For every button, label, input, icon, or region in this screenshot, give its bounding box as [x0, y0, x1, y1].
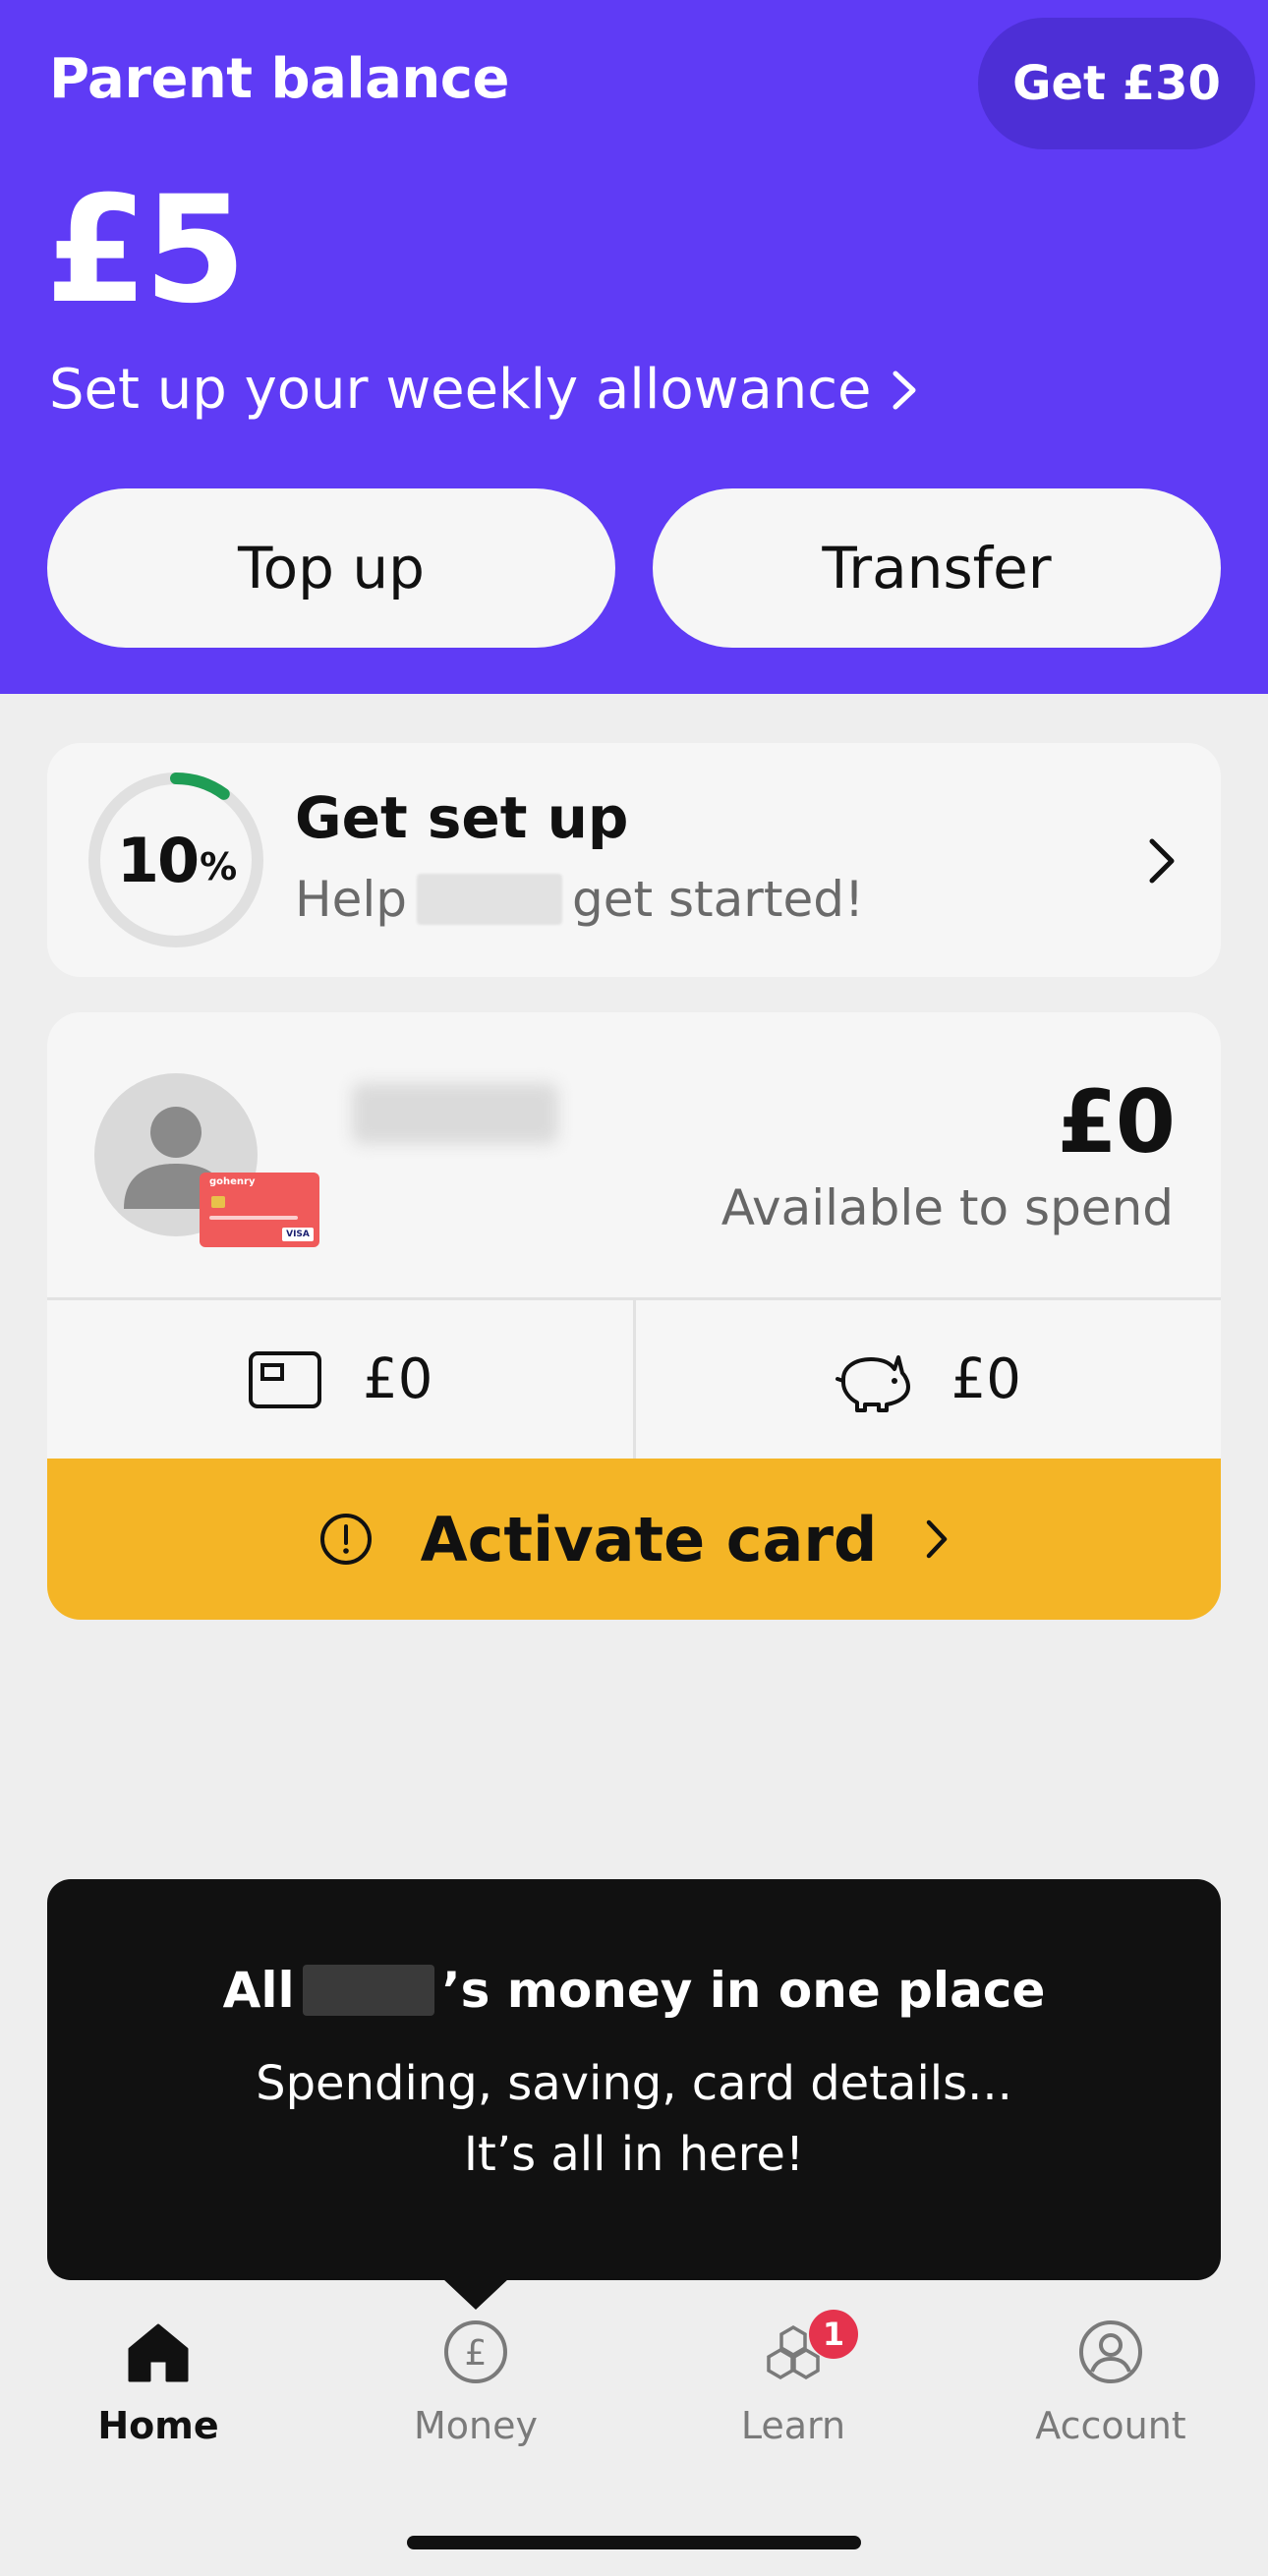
setup-subtitle: Help get started! — [295, 871, 864, 928]
nav-money-label: Money — [414, 2404, 538, 2447]
debit-card-thumbnail: gohenry VISA — [200, 1173, 319, 1247]
setup-title: Get set up — [295, 784, 629, 851]
pots-row: £0 £0 — [47, 1297, 1221, 1459]
card-icon — [249, 1350, 322, 1408]
tooltip-title-end: ’s money in one place — [441, 1962, 1046, 2019]
nav-account-label: Account — [1035, 2404, 1186, 2447]
onboarding-tooltip[interactable]: All ’s money in one place Spending, savi… — [47, 1879, 1221, 2280]
child-account-card: gohenry VISA £0 Available to spend £0 £0… — [47, 1012, 1221, 1620]
tooltip-title: All ’s money in one place — [47, 1962, 1221, 2019]
app-screen: Parent balance Get £30 £5 Set up your we… — [0, 0, 1268, 2576]
weekly-allowance-label: Set up your weekly allowance — [49, 358, 872, 422]
weekly-allowance-link[interactable]: Set up your weekly allowance — [49, 358, 919, 422]
parent-balance-amount: £5 — [45, 165, 247, 336]
chevron-right-icon — [927, 1519, 948, 1559]
chevron-right-icon — [893, 371, 915, 409]
page-title: Parent balance — [49, 47, 509, 111]
transfer-button[interactable]: Transfer — [653, 488, 1221, 648]
nav-money[interactable]: £ Money — [358, 2318, 594, 2465]
alert-circle-icon — [319, 1514, 372, 1565]
setup-subtitle-start: Help — [295, 871, 407, 928]
top-up-button[interactable]: Top up — [47, 488, 615, 648]
piggy-bank-icon — [835, 1354, 910, 1412]
setup-progress-unit: % — [200, 845, 237, 888]
card-pot-amount: £0 — [363, 1347, 433, 1411]
referral-promo-button[interactable]: Get £30 — [978, 18, 1255, 149]
child-balance: £0 — [1057, 1071, 1176, 1173]
visa-logo: VISA — [282, 1228, 314, 1241]
tooltip-title-start: All — [222, 1962, 295, 2019]
nav-account[interactable]: Account — [993, 2318, 1229, 2465]
svg-text:£: £ — [465, 2333, 488, 2374]
home-icon — [128, 2323, 189, 2382]
tooltip-body: Spending, saving, card details... It’s a… — [47, 2048, 1221, 2190]
available-to-spend-caption: Available to spend — [720, 1179, 1174, 1236]
nav-learn-label: Learn — [740, 2404, 846, 2447]
redacted-child-name — [417, 874, 562, 925]
user-circle-icon — [1079, 2320, 1142, 2383]
activate-card-button[interactable]: Activate card — [47, 1459, 1221, 1620]
get-set-up-card[interactable]: 10% Get set up Help get started! — [47, 743, 1221, 977]
setup-subtitle-end: get started! — [572, 871, 864, 928]
tooltip-line-2: It’s all in here! — [463, 2127, 805, 2182]
redacted-child-name — [302, 1965, 434, 2016]
learn-notification-badge: 1 — [809, 2310, 858, 2359]
setup-progress-value: 10 — [116, 824, 200, 896]
nav-learn[interactable]: 1 Learn — [675, 2310, 911, 2465]
pound-coin-icon: £ — [444, 2320, 507, 2383]
nav-home[interactable]: Home — [40, 2318, 276, 2465]
card-number-stripe — [209, 1216, 298, 1220]
card-brand: gohenry — [209, 1176, 256, 1187]
home-indicator — [407, 2536, 861, 2549]
savings-pot-amount: £0 — [951, 1347, 1021, 1411]
card-pot[interactable]: £0 — [47, 1300, 636, 1459]
parent-balance-header: Parent balance Get £30 £5 Set up your we… — [0, 0, 1268, 694]
tooltip-line-1: Spending, saving, card details... — [256, 2056, 1012, 2111]
chevron-right-icon — [1149, 838, 1175, 884]
nav-home-label: Home — [97, 2404, 219, 2447]
activate-card-label: Activate card — [420, 1503, 878, 1575]
setup-progress-text: 10% — [86, 771, 265, 949]
savings-pot[interactable]: £0 — [636, 1300, 1222, 1459]
bottom-navigation: Home £ Money 1 Learn Account — [0, 2300, 1268, 2457]
card-chip-icon — [211, 1196, 225, 1208]
redacted-child-name — [352, 1083, 558, 1144]
